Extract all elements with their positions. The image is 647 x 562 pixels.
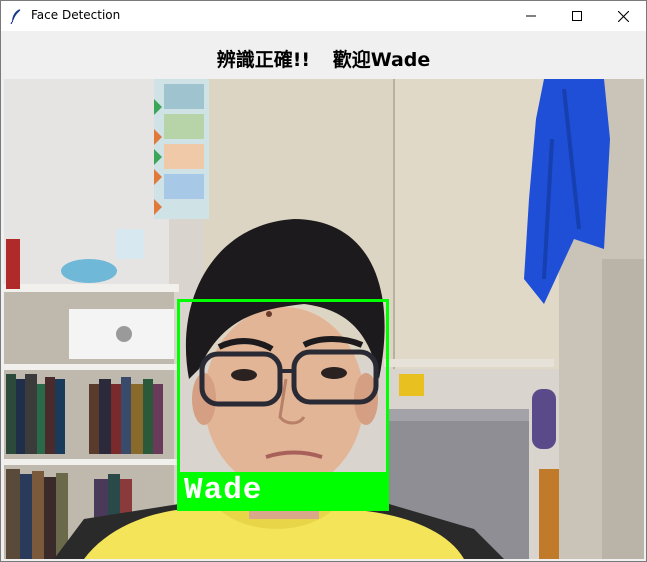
- title-bar[interactable]: Face Detection: [1, 1, 646, 31]
- feather-icon: [10, 8, 21, 24]
- camera-feed: Wade: [4, 79, 644, 559]
- close-icon: [617, 10, 629, 22]
- minimize-icon: [526, 15, 536, 17]
- maximize-icon: [572, 11, 582, 21]
- face-label: Wade: [184, 473, 263, 508]
- close-button[interactable]: [600, 1, 646, 31]
- app-window: Face Detection 辨識正確!! 歡迎Wade Wade: [0, 0, 647, 562]
- minimize-button[interactable]: [508, 1, 554, 31]
- maximize-button[interactable]: [554, 1, 600, 31]
- window-title: Face Detection: [31, 8, 121, 22]
- status-heading: 辨識正確!! 歡迎Wade: [1, 32, 646, 78]
- welcome-message: 歡迎Wade: [332, 49, 431, 71]
- recognition-message: 辨識正確!!: [216, 49, 311, 71]
